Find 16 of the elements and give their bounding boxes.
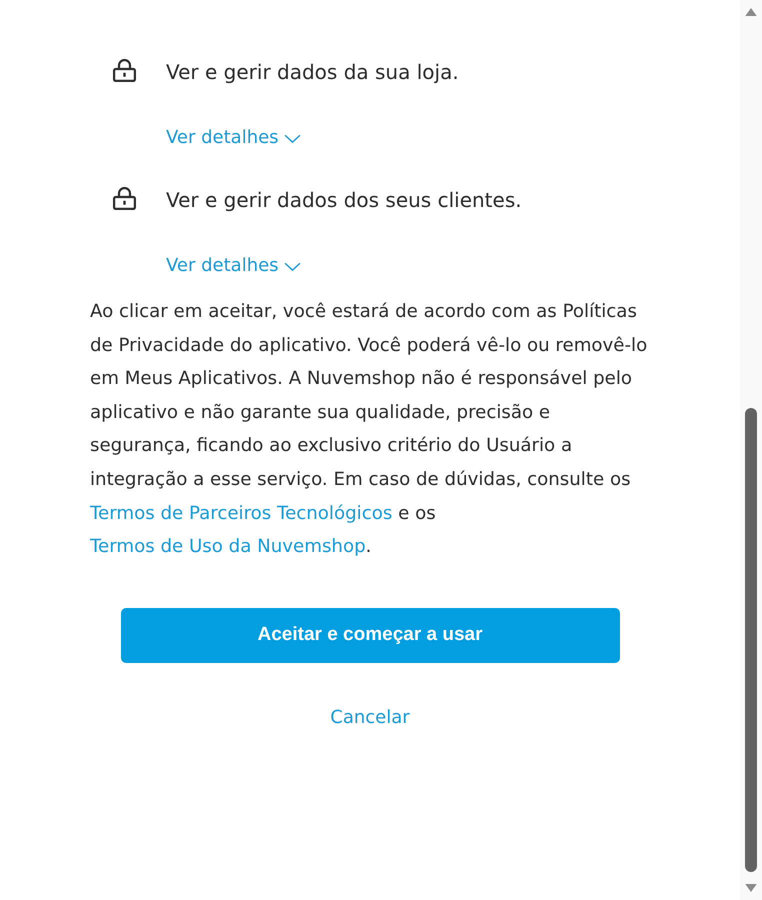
- permission-text: Ver e gerir dados dos seus clientes.: [166, 187, 522, 214]
- chevron-icon: [284, 262, 301, 272]
- scroll-up-arrow-icon[interactable]: [745, 8, 757, 16]
- chevron-icon: [284, 134, 301, 144]
- permission-text: Ver e gerir dados da sua loja.: [166, 59, 459, 86]
- cancel-button[interactable]: Cancelar: [330, 702, 410, 733]
- scrollbar-thumb[interactable]: [745, 408, 757, 872]
- terms-link[interactable]: Termos de Parceiros Tecnológicos: [90, 502, 392, 524]
- details-link[interactable]: Ver detalhes: [166, 252, 301, 280]
- padlock-icon: [112, 58, 137, 82]
- padlock-icon: [112, 186, 137, 210]
- consent-paragraph: Ao clicar em aceitar, você estará de acordo com as Políticas de Privacidade do aplicativo. Você poderá vê-lo ou removê-lo em Meus Aplicativos. A Nuvemshop não é responsável pelo aplicativo e não garante sua qualidade, precisão e segurança, ficando ao exclusivo critério do Usuário a integração a esse serviço. Em caso de dúvidas, consulte os Termos de Parceiros Tecnológicos e os Termos de Uso da Nuvemshop.: [90, 300, 648, 560]
- scroll-down-arrow-icon[interactable]: [745, 884, 757, 892]
- accept-button[interactable]: Aceitar e começar a usar: [120, 608, 620, 663]
- details-link[interactable]: Ver detalhes: [166, 124, 301, 152]
- terms-link[interactable]: Termos de Uso da Nuvemshop: [90, 536, 366, 558]
